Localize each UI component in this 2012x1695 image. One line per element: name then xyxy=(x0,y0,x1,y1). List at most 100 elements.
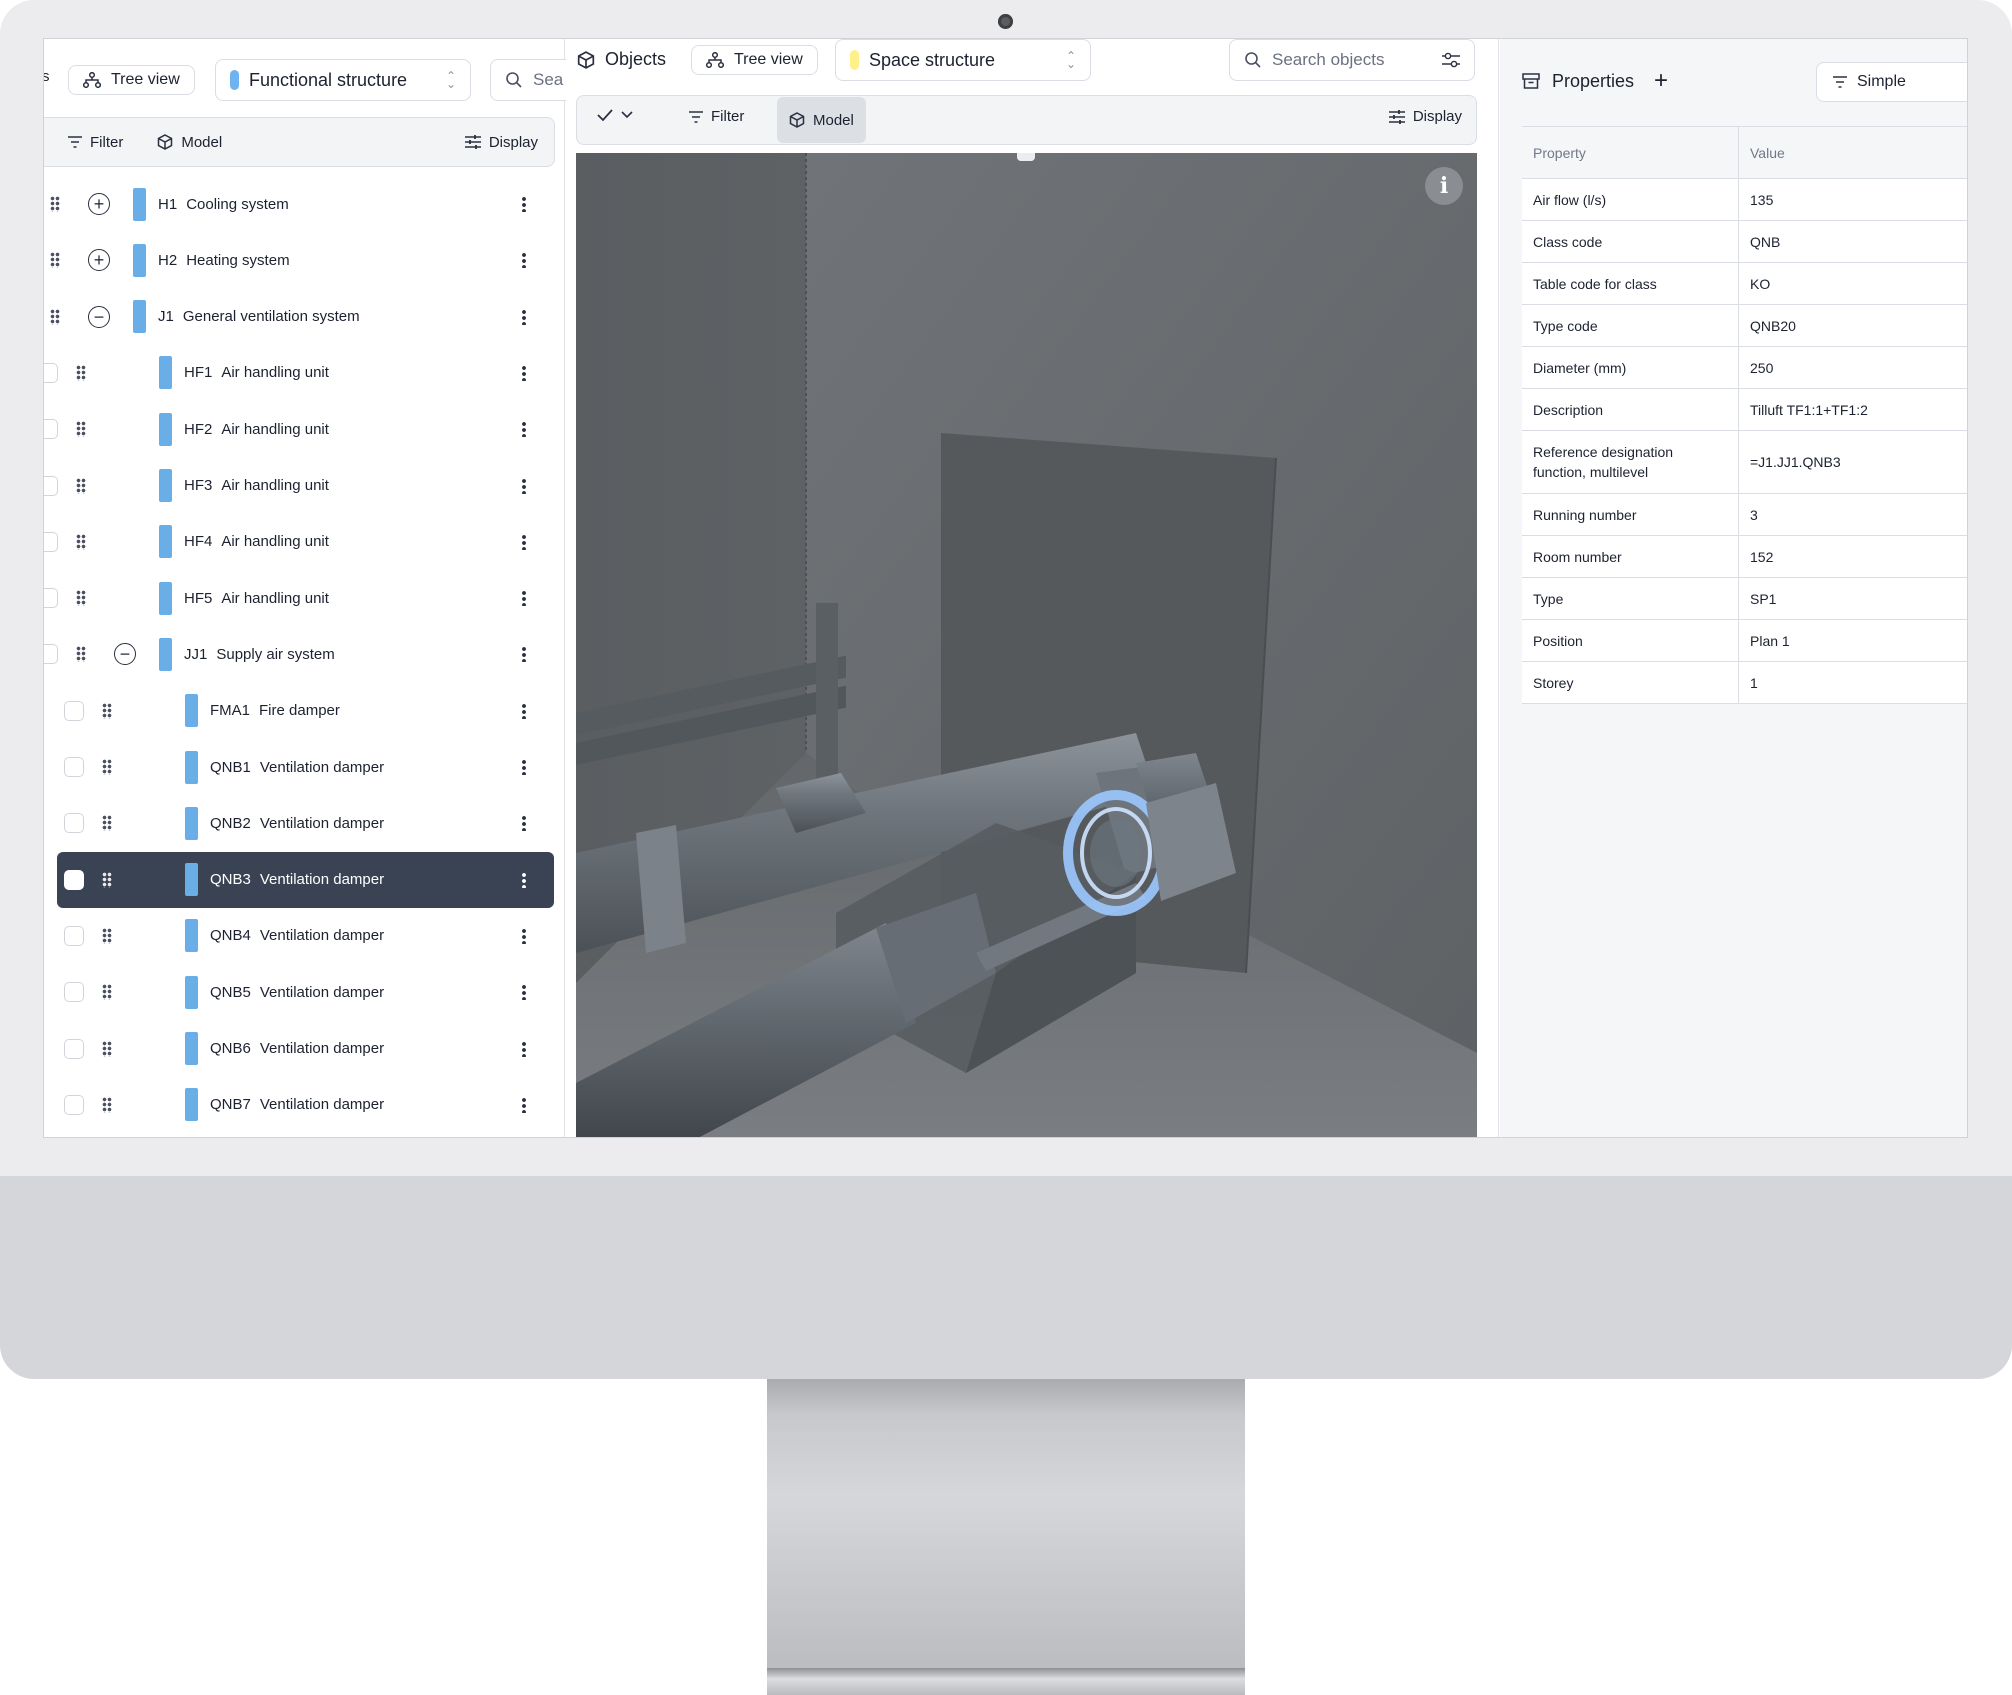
drag-handle-icon[interactable] xyxy=(102,927,112,944)
display-button[interactable]: Display xyxy=(1377,108,1474,125)
filter-settings-icon[interactable] xyxy=(1442,52,1460,68)
table-header-row: Property Value xyxy=(1522,127,1967,179)
more-options-icon[interactable] xyxy=(522,1096,526,1113)
more-options-icon[interactable] xyxy=(522,364,526,381)
row-checkbox[interactable] xyxy=(44,644,58,665)
display-button[interactable]: Display xyxy=(453,134,550,151)
tree-row[interactable]: HF5 Air handling unit xyxy=(44,570,554,626)
add-property-button[interactable]: + xyxy=(1654,67,1668,95)
filter-button[interactable]: Filter xyxy=(677,108,756,125)
property-key: Diameter (mm) xyxy=(1522,347,1739,388)
tree-row[interactable]: HF3 Air handling unit xyxy=(44,458,554,514)
row-checkbox[interactable] xyxy=(64,700,84,721)
drag-handle-icon[interactable] xyxy=(50,252,60,269)
model-label: Model xyxy=(813,111,854,129)
drag-handle-icon[interactable] xyxy=(76,364,86,381)
expand-icon[interactable]: + xyxy=(88,249,110,272)
property-value: QNB20 xyxy=(1750,317,1796,334)
drag-handle-icon[interactable] xyxy=(102,1096,112,1113)
drag-handle-icon[interactable] xyxy=(76,477,86,494)
tree-row-label: H2 Heating system xyxy=(158,252,290,269)
tree-row[interactable]: QNB1 Ventilation damper xyxy=(44,739,554,795)
tree-row[interactable]: QNB6 Ventilation damper xyxy=(44,1021,554,1077)
cube-icon xyxy=(577,50,595,69)
model-button[interactable]: Model xyxy=(777,97,866,143)
row-checkbox[interactable] xyxy=(44,531,58,552)
drag-handle-icon[interactable] xyxy=(102,815,112,832)
tree-row[interactable]: QNB4 Ventilation damper xyxy=(44,908,554,964)
more-options-icon[interactable] xyxy=(522,477,526,494)
more-options-icon[interactable] xyxy=(522,252,526,269)
row-checkbox[interactable] xyxy=(64,925,84,946)
tree-row[interactable]: HF1 Air handling unit xyxy=(44,345,554,401)
row-checkbox[interactable] xyxy=(44,419,58,440)
search-objects-input[interactable]: Search objects xyxy=(1229,39,1475,81)
more-options-icon[interactable] xyxy=(522,759,526,775)
node-code: FMA1 xyxy=(210,702,251,720)
properties-title: Properties xyxy=(1552,70,1635,91)
info-button[interactable]: i xyxy=(1425,167,1463,205)
more-options-icon[interactable] xyxy=(522,590,526,607)
tree-row[interactable]: QNB2 Ventilation damper xyxy=(44,795,554,851)
more-options-icon[interactable] xyxy=(522,984,526,1001)
viewport-resize-handle[interactable] xyxy=(1017,153,1035,161)
tree-row[interactable]: − J1 General ventilation system xyxy=(44,289,554,345)
drag-handle-icon[interactable] xyxy=(102,702,112,719)
drag-handle-icon[interactable] xyxy=(76,590,86,607)
drag-handle-icon[interactable] xyxy=(76,421,86,438)
drag-handle-icon[interactable] xyxy=(50,308,60,325)
tree-row[interactable]: QNB3 Ventilation damper xyxy=(57,851,554,908)
tree-row[interactable]: + H1 Cooling system xyxy=(44,176,554,232)
more-options-icon[interactable] xyxy=(522,702,526,719)
drag-handle-icon[interactable] xyxy=(102,984,112,1001)
node-code: H2 xyxy=(158,251,178,269)
check-dropdown-button[interactable] xyxy=(585,108,645,122)
row-checkbox[interactable] xyxy=(64,757,84,777)
more-options-icon[interactable] xyxy=(522,927,526,944)
model-button[interactable]: Model xyxy=(145,134,234,151)
tree-view-button[interactable]: Tree view xyxy=(68,65,195,95)
row-checkbox[interactable] xyxy=(64,1038,84,1059)
space-structure-select[interactable]: Space structure ⌃ ⌄ xyxy=(835,39,1091,81)
tree-row[interactable]: + H2 Heating system xyxy=(44,232,554,288)
tree-row[interactable]: HF2 Air handling unit xyxy=(44,401,554,457)
tree-row[interactable]: HF4 Air handling unit xyxy=(44,514,554,570)
expand-icon[interactable]: + xyxy=(88,193,110,215)
tree-row[interactable]: FMA1 Fire damper xyxy=(44,683,554,739)
more-options-icon[interactable] xyxy=(522,871,526,888)
row-checkbox[interactable] xyxy=(64,869,84,890)
more-options-icon[interactable] xyxy=(522,421,526,438)
row-checkbox[interactable] xyxy=(44,588,58,609)
tree-row[interactable]: QNB5 Ventilation damper xyxy=(44,964,554,1020)
tree-row[interactable]: − JJ1 Supply air system xyxy=(44,626,554,682)
more-options-icon[interactable] xyxy=(522,196,526,212)
more-options-icon[interactable] xyxy=(522,646,526,663)
filter-button[interactable]: Filter xyxy=(56,134,135,151)
view-mode-button[interactable]: Simple xyxy=(1816,62,1967,102)
node-code: HF1 xyxy=(184,364,213,382)
drag-handle-icon[interactable] xyxy=(76,646,86,663)
collapse-icon[interactable]: − xyxy=(88,305,110,328)
node-name: Air handling unit xyxy=(221,477,329,494)
row-checkbox[interactable] xyxy=(44,362,58,383)
more-options-icon[interactable] xyxy=(522,815,526,832)
tree-row-label: FMA1 Fire damper xyxy=(210,702,340,719)
drag-handle-icon[interactable] xyxy=(50,196,60,212)
row-checkbox[interactable] xyxy=(64,813,84,834)
model-label: Model xyxy=(181,133,223,151)
tree-row[interactable]: QNB7 Ventilation damper xyxy=(44,1077,554,1133)
drag-handle-icon[interactable] xyxy=(102,759,112,775)
more-options-icon[interactable] xyxy=(522,308,526,325)
3d-model-viewport[interactable]: i xyxy=(576,153,1477,1137)
drag-handle-icon[interactable] xyxy=(76,533,86,550)
structure-select[interactable]: Functional structure ⌃ ⌄ xyxy=(215,59,471,101)
collapse-icon[interactable]: − xyxy=(114,643,136,666)
drag-handle-icon[interactable] xyxy=(102,871,112,888)
row-checkbox[interactable] xyxy=(64,982,84,1003)
tree-view-button[interactable]: Tree view xyxy=(691,45,818,75)
row-checkbox[interactable] xyxy=(44,475,58,496)
more-options-icon[interactable] xyxy=(522,1040,526,1057)
more-options-icon[interactable] xyxy=(522,533,526,550)
drag-handle-icon[interactable] xyxy=(102,1040,112,1057)
row-checkbox[interactable] xyxy=(64,1094,84,1115)
